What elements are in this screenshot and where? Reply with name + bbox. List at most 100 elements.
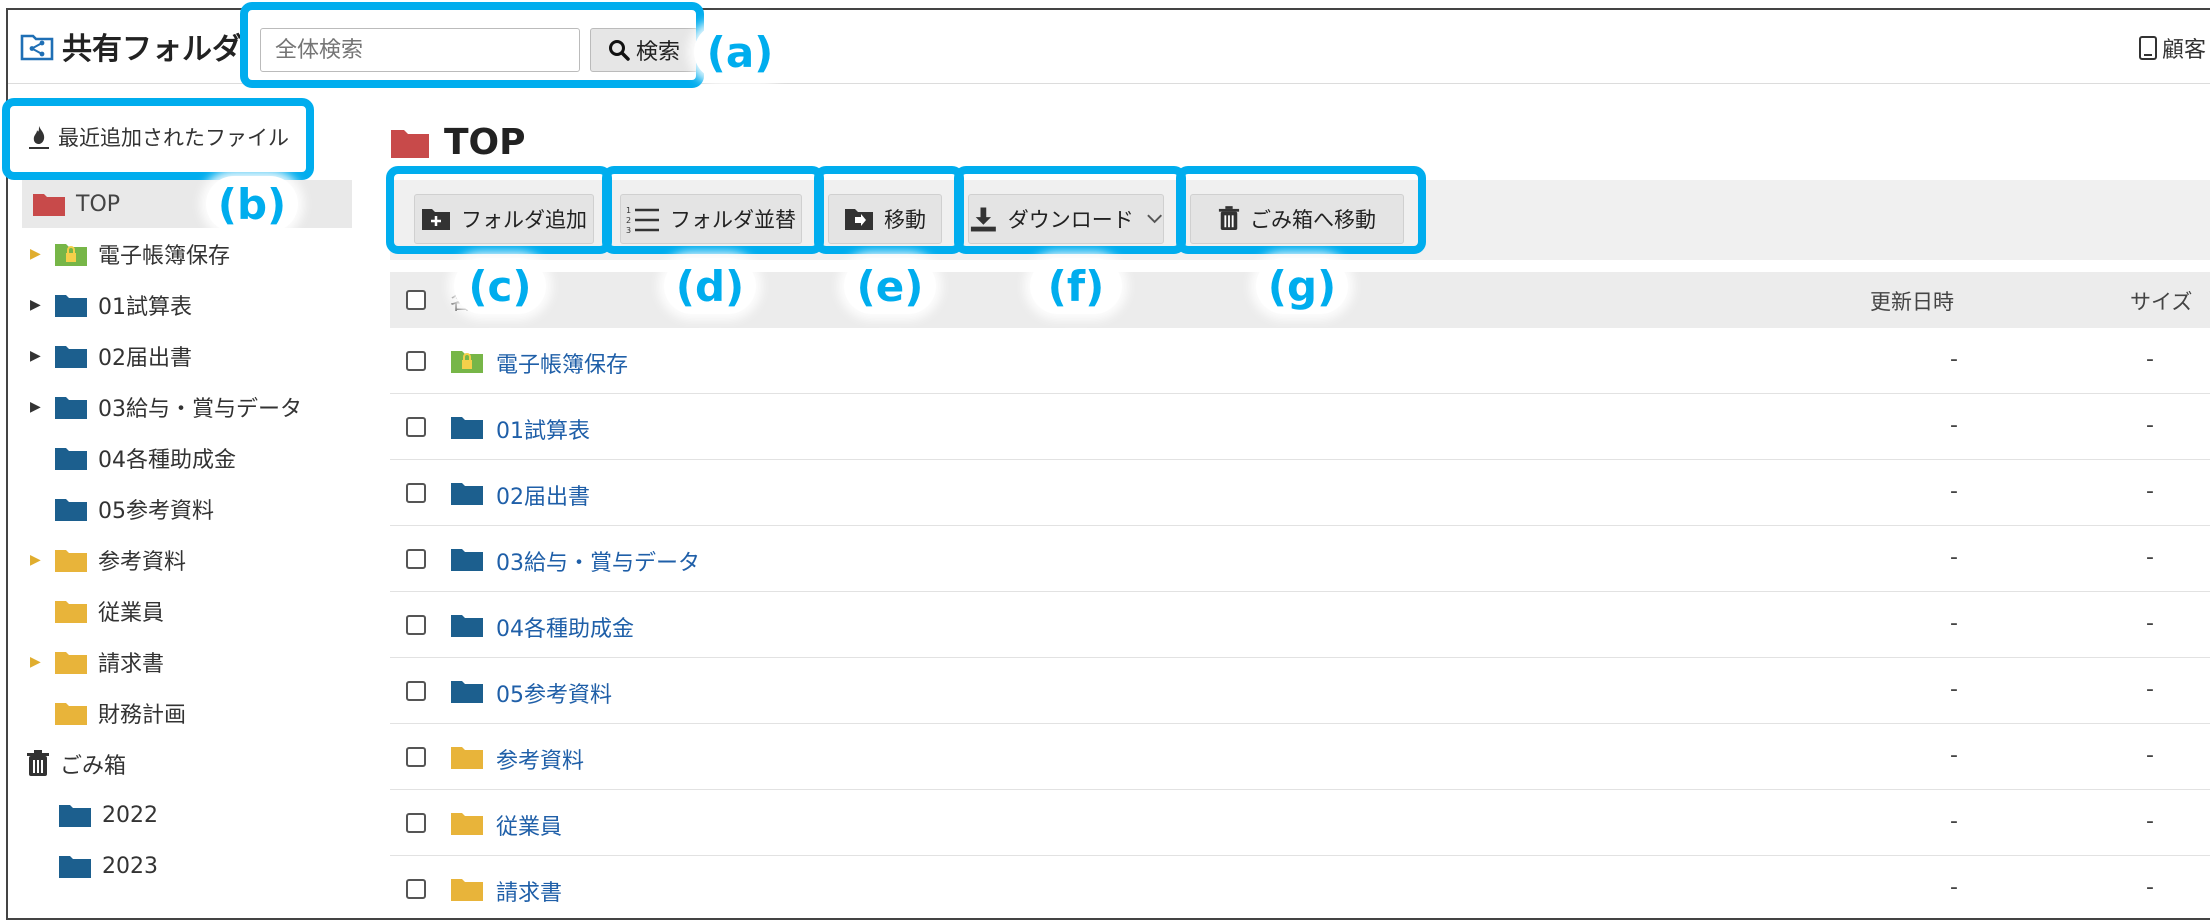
app-title[interactable]: 共有フォルダ — [20, 26, 242, 67]
row-name-link[interactable]: 04各種助成金 — [496, 611, 634, 643]
sidebar-item-trash-2023[interactable]: 2023 — [58, 846, 158, 886]
row-name-link[interactable]: 電子帳簿保存 — [496, 347, 628, 379]
folder-icon — [55, 346, 87, 368]
expand-arrow-icon[interactable]: ▶ — [30, 399, 44, 415]
folder-icon — [55, 652, 87, 674]
row-name-link[interactable]: 参考資料 — [496, 743, 584, 775]
row-name-link[interactable]: 05参考資料 — [496, 677, 612, 709]
table-row[interactable]: 05参考資料 - - — [390, 658, 2210, 724]
sidebar-item-top[interactable]: TOP — [22, 180, 352, 228]
list-ordered-icon: 1 2 3 — [626, 206, 659, 234]
sidebar-item-trash-2022[interactable]: 2022 — [58, 795, 158, 835]
sort-folder-label: フォルダ並替 — [670, 208, 796, 232]
sidebar-item-denshi[interactable]: ▶ 電子帳簿保存 — [30, 234, 230, 274]
sidebar-item-seikyusho[interactable]: ▶ 請求書 — [30, 642, 164, 682]
toolbar: フォルダ追加 1 2 3 フォルダ並替 移動 ダウンロード ごみ箱へ移動 — [390, 180, 2210, 260]
row-name-link[interactable]: 請求書 — [496, 875, 562, 907]
sidebar-item-label: 2022 — [102, 802, 158, 828]
move-to-trash-button[interactable]: ごみ箱へ移動 — [1190, 194, 1404, 244]
table-row[interactable]: 02届出書 - - — [390, 460, 2210, 526]
folder-icon — [33, 194, 65, 216]
recent-files-link[interactable]: 最近追加されたファイル — [28, 122, 289, 152]
row-checkbox[interactable] — [406, 483, 426, 503]
locked-folder-icon — [451, 351, 483, 373]
row-updated: - — [1950, 809, 1958, 834]
row-checkbox[interactable] — [406, 747, 426, 767]
sidebar-item-jugyoin[interactable]: ▶ 従業員 — [30, 591, 164, 631]
expand-arrow-icon[interactable]: ▶ — [30, 654, 44, 670]
recent-files-label: 最近追加されたファイル — [58, 126, 289, 150]
customer-link-label: 顧客 — [2162, 38, 2207, 63]
sidebar-item-05[interactable]: ▶ 05参考資料 — [30, 489, 214, 529]
app-window: 共有フォルダ 検索 顧客 最近追加されたファイル — [6, 8, 2210, 920]
sidebar-item-label: 01試算表 — [98, 295, 192, 320]
row-checkbox[interactable] — [406, 615, 426, 635]
sidebar-item-trash[interactable]: ごみ箱 — [26, 744, 126, 784]
download-label: ダウンロード — [1007, 208, 1134, 232]
sidebar-item-label: 参考資料 — [98, 550, 187, 575]
sidebar-item-03[interactable]: ▶ 03給与・賞与データ — [30, 387, 302, 427]
sidebar-item-04[interactable]: ▶ 04各種助成金 — [30, 438, 236, 478]
move-button[interactable]: 移動 — [828, 194, 942, 244]
expand-arrow-icon[interactable]: ▶ — [30, 297, 44, 313]
row-updated: - — [1950, 875, 1958, 900]
row-checkbox[interactable] — [406, 417, 426, 437]
expand-arrow-icon[interactable]: ▶ — [30, 246, 44, 262]
row-checkbox[interactable] — [406, 351, 426, 371]
trash-icon — [27, 750, 49, 776]
select-all-checkbox[interactable] — [406, 290, 426, 310]
folder-move-icon — [845, 209, 873, 230]
sidebar-item-label: 05参考資料 — [98, 499, 214, 524]
annotation-label-e: (e) — [844, 258, 936, 314]
download-button[interactable]: ダウンロード — [968, 194, 1164, 244]
svg-text:1: 1 — [626, 206, 631, 215]
row-checkbox[interactable] — [406, 879, 426, 899]
search-icon — [608, 40, 630, 61]
table-row[interactable]: 参考資料 - - — [390, 724, 2210, 790]
sidebar-item-zaimu[interactable]: ▶ 財務計画 — [30, 693, 186, 733]
sidebar-item-01[interactable]: ▶ 01試算表 — [30, 285, 192, 325]
expand-arrow-icon[interactable]: ▶ — [30, 552, 44, 568]
add-folder-button[interactable]: フォルダ追加 — [414, 194, 594, 244]
folder-icon — [55, 499, 87, 521]
sidebar-item-sanko[interactable]: ▶ 参考資料 — [30, 540, 186, 580]
folder-icon — [451, 813, 483, 835]
row-name-link[interactable]: 03給与・賞与データ — [496, 545, 700, 577]
row-name-link[interactable]: 01試算表 — [496, 413, 590, 445]
sidebar-item-02[interactable]: ▶ 02届出書 — [30, 336, 192, 376]
table-row[interactable]: 電子帳簿保存 - - — [390, 328, 2210, 394]
customer-link[interactable]: 顧客 — [2138, 32, 2206, 64]
annotation-label-g: (g) — [1256, 258, 1348, 314]
download-icon — [970, 207, 996, 232]
column-updated[interactable]: 更新日時 — [1870, 286, 1954, 316]
sort-folder-button[interactable]: 1 2 3 フォルダ並替 — [620, 194, 802, 244]
sidebar: 最近追加されたファイル TOP ▶ 電子帳簿保存 ▶ 01試算表 ▶ 02届出書… — [8, 84, 352, 918]
row-size: - — [2146, 347, 2154, 372]
folder-icon — [451, 681, 483, 703]
row-name-link[interactable]: 02届出書 — [496, 479, 590, 511]
row-checkbox[interactable] — [406, 549, 426, 569]
table-row[interactable]: 03給与・賞与データ - - — [390, 526, 2210, 592]
share-folder-icon — [20, 34, 54, 61]
row-size: - — [2146, 743, 2154, 768]
row-updated: - — [1950, 347, 1958, 372]
column-size[interactable]: サイズ — [2130, 286, 2192, 316]
table-row[interactable]: 従業員 - - — [390, 790, 2210, 856]
folder-icon — [55, 397, 87, 419]
search-input[interactable] — [260, 28, 580, 72]
table-row[interactable]: 請求書 - - — [390, 856, 2210, 918]
row-name-link[interactable]: 従業員 — [496, 809, 562, 841]
folder-icon — [451, 747, 483, 769]
search-button[interactable]: 検索 — [590, 28, 698, 72]
sidebar-item-label: 2023 — [102, 853, 158, 879]
row-checkbox[interactable] — [406, 681, 426, 701]
move-to-trash-label: ごみ箱へ移動 — [1250, 208, 1376, 232]
folder-icon — [451, 483, 483, 505]
annotation-label-d: (d) — [664, 258, 756, 314]
table-row[interactable]: 04各種助成金 - - — [390, 592, 2210, 658]
row-size: - — [2146, 413, 2154, 438]
table-row[interactable]: 01試算表 - - — [390, 394, 2210, 460]
row-checkbox[interactable] — [406, 813, 426, 833]
annotation-label-f: (f) — [1030, 258, 1122, 314]
expand-arrow-icon[interactable]: ▶ — [30, 348, 44, 364]
